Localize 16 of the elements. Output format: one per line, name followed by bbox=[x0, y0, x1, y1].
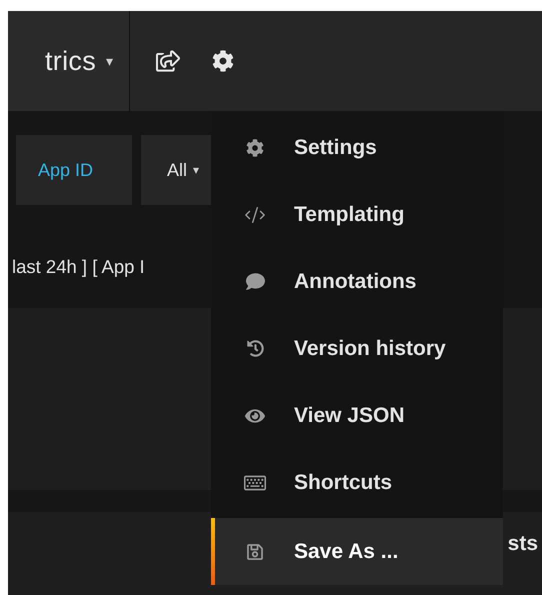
menu-item[interactable]: Save As ... bbox=[211, 518, 503, 585]
share-icon[interactable] bbox=[156, 48, 180, 74]
variable-dropdown[interactable]: All ▾ bbox=[141, 135, 211, 205]
panel-title: sts bbox=[508, 532, 538, 557]
menu-item[interactable]: View JSON bbox=[211, 382, 503, 449]
settings-icon[interactable] bbox=[212, 48, 234, 74]
gear-icon bbox=[244, 138, 266, 156]
menu-item[interactable]: Version history bbox=[211, 315, 503, 382]
menu-item[interactable]: Templating bbox=[211, 181, 503, 248]
speech-bubble-icon bbox=[244, 272, 266, 291]
variable-label: App ID bbox=[16, 135, 132, 205]
menu-item[interactable]: Shortcuts bbox=[211, 449, 503, 516]
menu-item[interactable]: Annotations bbox=[211, 248, 503, 315]
menu-item[interactable]: Settings bbox=[211, 114, 503, 181]
panel-title: last 24h ] [ App I bbox=[12, 256, 145, 278]
dashboard-title-button[interactable]: trics ▾ bbox=[8, 11, 130, 111]
